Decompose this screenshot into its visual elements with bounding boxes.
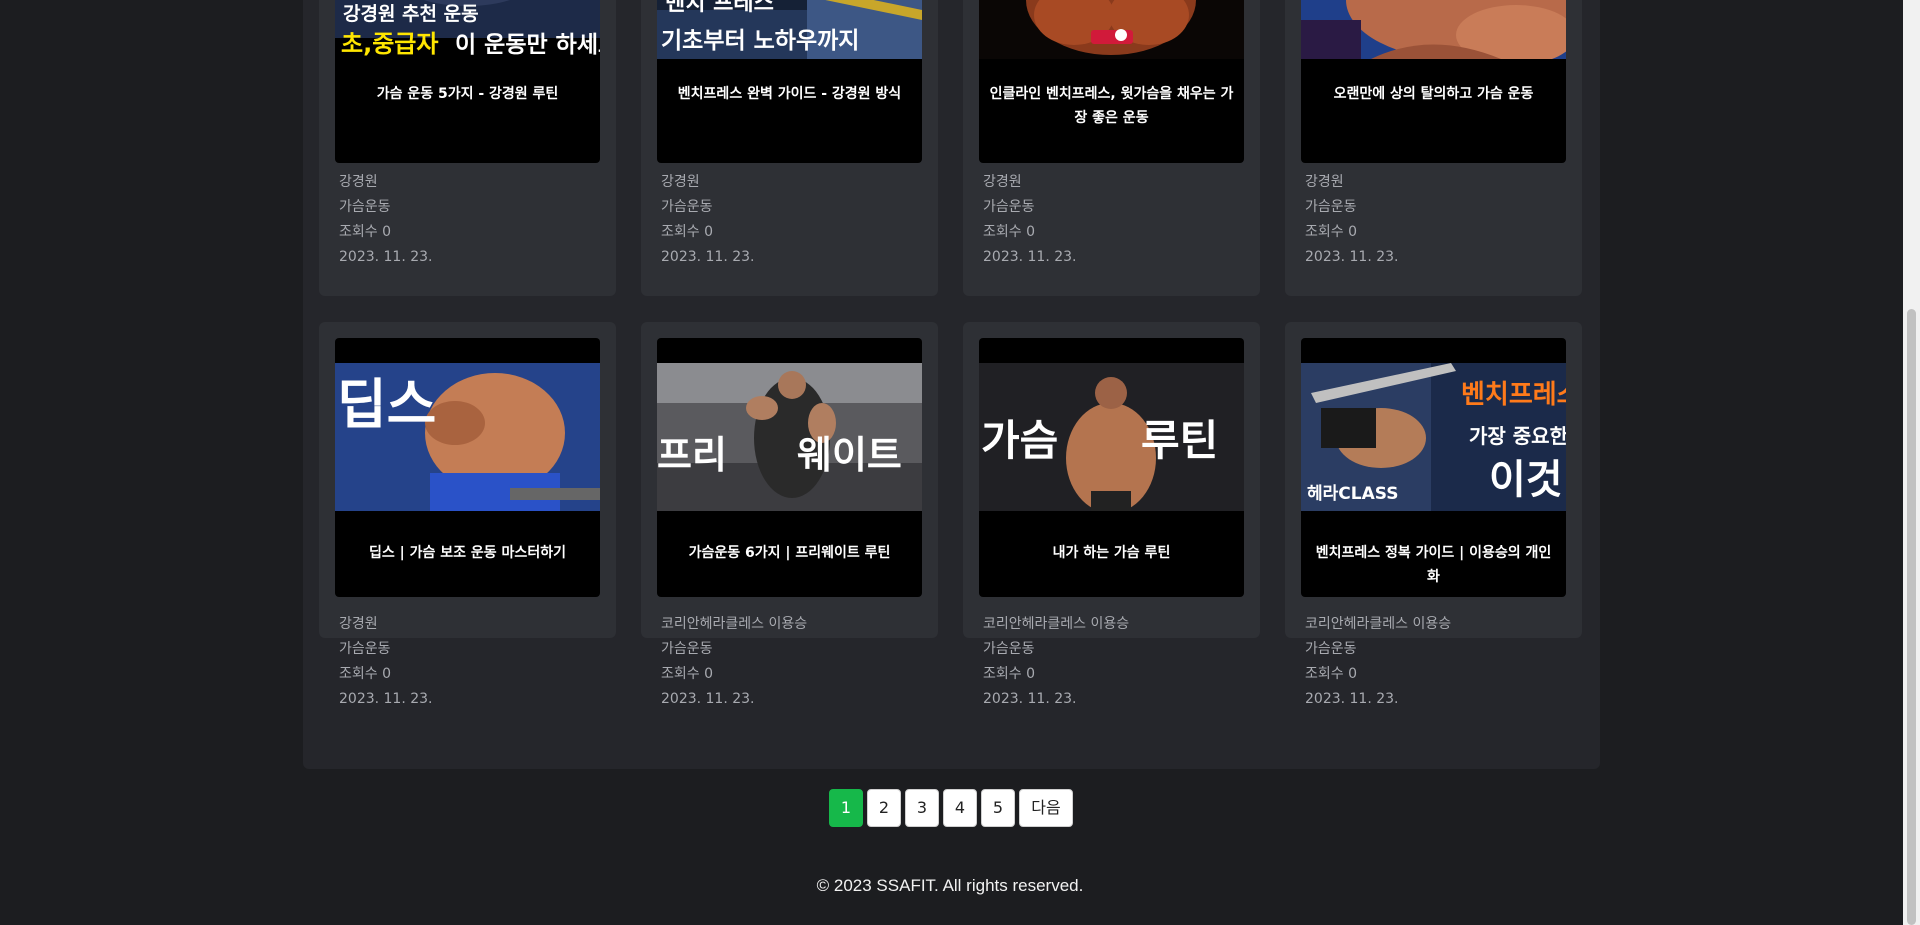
channel-name: 코리안헤라클레스 이용승 <box>661 616 808 632</box>
video-grid: 강경원 추천 운동 초,중급자 이 운동만 하세요 가슴 운동 5가지 - 강경… <box>319 0 1584 707</box>
view-count: 조회수 0 <box>339 224 391 240</box>
upload-date: 2023. 11. 23. <box>983 249 1077 265</box>
pagination: 1 2 3 4 5 다음 <box>829 789 1073 827</box>
page-button-2[interactable]: 2 <box>867 789 901 827</box>
svg-text:가슴: 가슴 <box>981 416 1058 465</box>
page-button-5[interactable]: 5 <box>981 789 1015 827</box>
video-meta: 코리안헤라클레스 이용승 가슴운동 조회수 0 2023. 11. 23. <box>661 612 807 712</box>
video-thumbnail[interactable]: 프리 웨이트 가슴운동 6가지 | 프리웨이트 루틴 <box>657 338 922 597</box>
video-title[interactable]: 가슴운동 6가지 | 프리웨이트 루틴 <box>667 541 912 565</box>
svg-text:벤치프레스: 벤치프레스 <box>1461 380 1566 410</box>
channel-name: 강경원 <box>339 174 378 190</box>
view-count: 조회수 0 <box>1305 666 1357 682</box>
video-meta: 강경원 가슴운동 조회수 0 2023. 11. 23. <box>339 612 433 712</box>
video-thumbnail[interactable]: 오랜만에 상의 탈의하고 가슴 운동 <box>1301 0 1566 163</box>
video-thumbnail[interactable]: 벤치프레스 가장 중요한 이것 헤라CLASS 벤치프레스 정복 가이드 | 이… <box>1301 338 1566 597</box>
thumbnail-image: 프리 웨이트 <box>657 363 922 511</box>
video-thumbnail[interactable]: 벤치 프레스 기초부터 노하우까지 벤치프레스 완벽 가이드 - 강경원 방식 <box>657 0 922 163</box>
svg-text:이것: 이것 <box>1489 457 1563 503</box>
upload-date: 2023. 11. 23. <box>339 691 433 707</box>
upload-date: 2023. 11. 23. <box>339 249 433 265</box>
video-meta: 코리안헤라클레스 이용승 가슴운동 조회수 0 2023. 11. 23. <box>983 612 1129 712</box>
svg-text:프리: 프리 <box>657 433 727 477</box>
video-meta: 강경원 가슴운동 조회수 0 2023. 11. 23. <box>1305 170 1399 270</box>
svg-text:헤라CLASS: 헤라CLASS <box>1307 484 1398 504</box>
category: 가슴운동 <box>339 641 391 657</box>
thumbnail-image: 가슴 루틴 <box>979 363 1244 511</box>
category: 가슴운동 <box>661 641 713 657</box>
scrollbar-thumb[interactable] <box>1907 309 1916 925</box>
page: 강경원 추천 운동 초,중급자 이 운동만 하세요 가슴 운동 5가지 - 강경… <box>0 0 1920 925</box>
video-card[interactable]: 인클라인 벤치프레스, 윗가슴을 채우는 가장 좋은 운동 강경원 가슴운동 조… <box>963 0 1260 296</box>
video-title[interactable]: 가슴 운동 5가지 - 강경원 루틴 <box>345 82 590 106</box>
svg-text:강경원 추천 운동: 강경원 추천 운동 <box>343 3 479 25</box>
video-card[interactable]: 벤치 프레스 기초부터 노하우까지 벤치프레스 완벽 가이드 - 강경원 방식 … <box>641 0 938 296</box>
svg-text:웨이트: 웨이트 <box>797 433 902 477</box>
thumbnail-image: 벤치 프레스 기초부터 노하우까지 <box>657 0 922 59</box>
svg-text:벤치 프레스: 벤치 프레스 <box>665 0 774 16</box>
video-meta: 강경원 가슴운동 조회수 0 2023. 11. 23. <box>661 170 755 270</box>
video-title[interactable]: 벤치프레스 정복 가이드 | 이용승의 개인화 <box>1311 541 1556 589</box>
upload-date: 2023. 11. 23. <box>1305 691 1399 707</box>
view-count: 조회수 0 <box>339 666 391 682</box>
category: 가슴운동 <box>1305 641 1357 657</box>
svg-text:초,중급자: 초,중급자 <box>341 30 438 58</box>
svg-text:이 운동만 하세요: 이 운동만 하세요 <box>455 32 600 58</box>
category: 가슴운동 <box>983 641 1035 657</box>
view-count: 조회수 0 <box>983 224 1035 240</box>
video-title[interactable]: 벤치프레스 완벽 가이드 - 강경원 방식 <box>667 82 912 106</box>
next-page-button[interactable]: 다음 <box>1019 789 1073 827</box>
channel-name: 강경원 <box>339 616 378 632</box>
thumbnail-image: 딥스 <box>335 363 600 511</box>
video-card[interactable]: 오랜만에 상의 탈의하고 가슴 운동 강경원 가슴운동 조회수 0 2023. … <box>1285 0 1582 296</box>
upload-date: 2023. 11. 23. <box>983 691 1077 707</box>
upload-date: 2023. 11. 23. <box>1305 249 1399 265</box>
video-thumbnail[interactable]: 딥스 딥스 | 가슴 보조 운동 마스터하기 <box>335 338 600 597</box>
page-button-3[interactable]: 3 <box>905 789 939 827</box>
thumbnail-image: 강경원 추천 운동 초,중급자 이 운동만 하세요 <box>335 0 600 59</box>
channel-name: 강경원 <box>661 174 700 190</box>
video-card[interactable]: 강경원 추천 운동 초,중급자 이 운동만 하세요 가슴 운동 5가지 - 강경… <box>319 0 616 296</box>
category: 가슴운동 <box>1305 199 1357 215</box>
thumbnail-image <box>979 0 1244 59</box>
video-title[interactable]: 딥스 | 가슴 보조 운동 마스터하기 <box>345 541 590 565</box>
category: 가슴운동 <box>661 199 713 215</box>
video-card[interactable]: 프리 웨이트 가슴운동 6가지 | 프리웨이트 루틴 코리안헤라클레스 이용승 … <box>641 322 938 707</box>
svg-text:가장 중요한: 가장 중요한 <box>1469 424 1566 448</box>
upload-date: 2023. 11. 23. <box>661 691 755 707</box>
vertical-scrollbar[interactable] <box>1903 0 1920 925</box>
channel-name: 강경원 <box>983 174 1022 190</box>
view-count: 조회수 0 <box>661 666 713 682</box>
video-card[interactable]: 딥스 딥스 | 가슴 보조 운동 마스터하기 강경원 가슴운동 조회수 0 20… <box>319 322 616 707</box>
video-meta: 코리안헤라클레스 이용승 가슴운동 조회수 0 2023. 11. 23. <box>1305 612 1451 712</box>
channel-name: 강경원 <box>1305 174 1344 190</box>
video-card[interactable]: 가슴 루틴 내가 하는 가슴 루틴 코리안헤라클레스 이용승 가슴운동 조회수 … <box>963 322 1260 707</box>
footer-copyright: © 2023 SSAFIT. All rights reserved. <box>816 876 1084 895</box>
svg-text:딥스: 딥스 <box>337 373 436 436</box>
thumbnail-image: 벤치프레스 가장 중요한 이것 헤라CLASS <box>1301 363 1566 511</box>
channel-name: 코리안헤라클레스 이용승 <box>983 616 1130 632</box>
svg-text:기초부터 노하우까지: 기초부터 노하우까지 <box>661 28 859 54</box>
video-meta: 강경원 가슴운동 조회수 0 2023. 11. 23. <box>983 170 1077 270</box>
video-thumbnail[interactable]: 가슴 루틴 내가 하는 가슴 루틴 <box>979 338 1244 597</box>
svg-text:루틴: 루틴 <box>1141 416 1218 465</box>
video-card[interactable]: 벤치프레스 가장 중요한 이것 헤라CLASS 벤치프레스 정복 가이드 | 이… <box>1285 322 1582 707</box>
video-title[interactable]: 오랜만에 상의 탈의하고 가슴 운동 <box>1311 82 1556 106</box>
page-button-1[interactable]: 1 <box>829 789 863 827</box>
video-meta: 강경원 가슴운동 조회수 0 2023. 11. 23. <box>339 170 433 270</box>
category: 가슴운동 <box>983 199 1035 215</box>
category: 가슴운동 <box>339 199 391 215</box>
video-title[interactable]: 내가 하는 가슴 루틴 <box>989 541 1234 565</box>
view-count: 조회수 0 <box>983 666 1035 682</box>
upload-date: 2023. 11. 23. <box>661 249 755 265</box>
video-thumbnail[interactable]: 인클라인 벤치프레스, 윗가슴을 채우는 가장 좋은 운동 <box>979 0 1244 163</box>
channel-name: 코리안헤라클레스 이용승 <box>1305 616 1452 632</box>
thumbnail-image <box>1301 0 1566 59</box>
view-count: 조회수 0 <box>661 224 713 240</box>
video-thumbnail[interactable]: 강경원 추천 운동 초,중급자 이 운동만 하세요 가슴 운동 5가지 - 강경… <box>335 0 600 163</box>
view-count: 조회수 0 <box>1305 224 1357 240</box>
video-title[interactable]: 인클라인 벤치프레스, 윗가슴을 채우는 가장 좋은 운동 <box>989 82 1234 130</box>
page-button-4[interactable]: 4 <box>943 789 977 827</box>
